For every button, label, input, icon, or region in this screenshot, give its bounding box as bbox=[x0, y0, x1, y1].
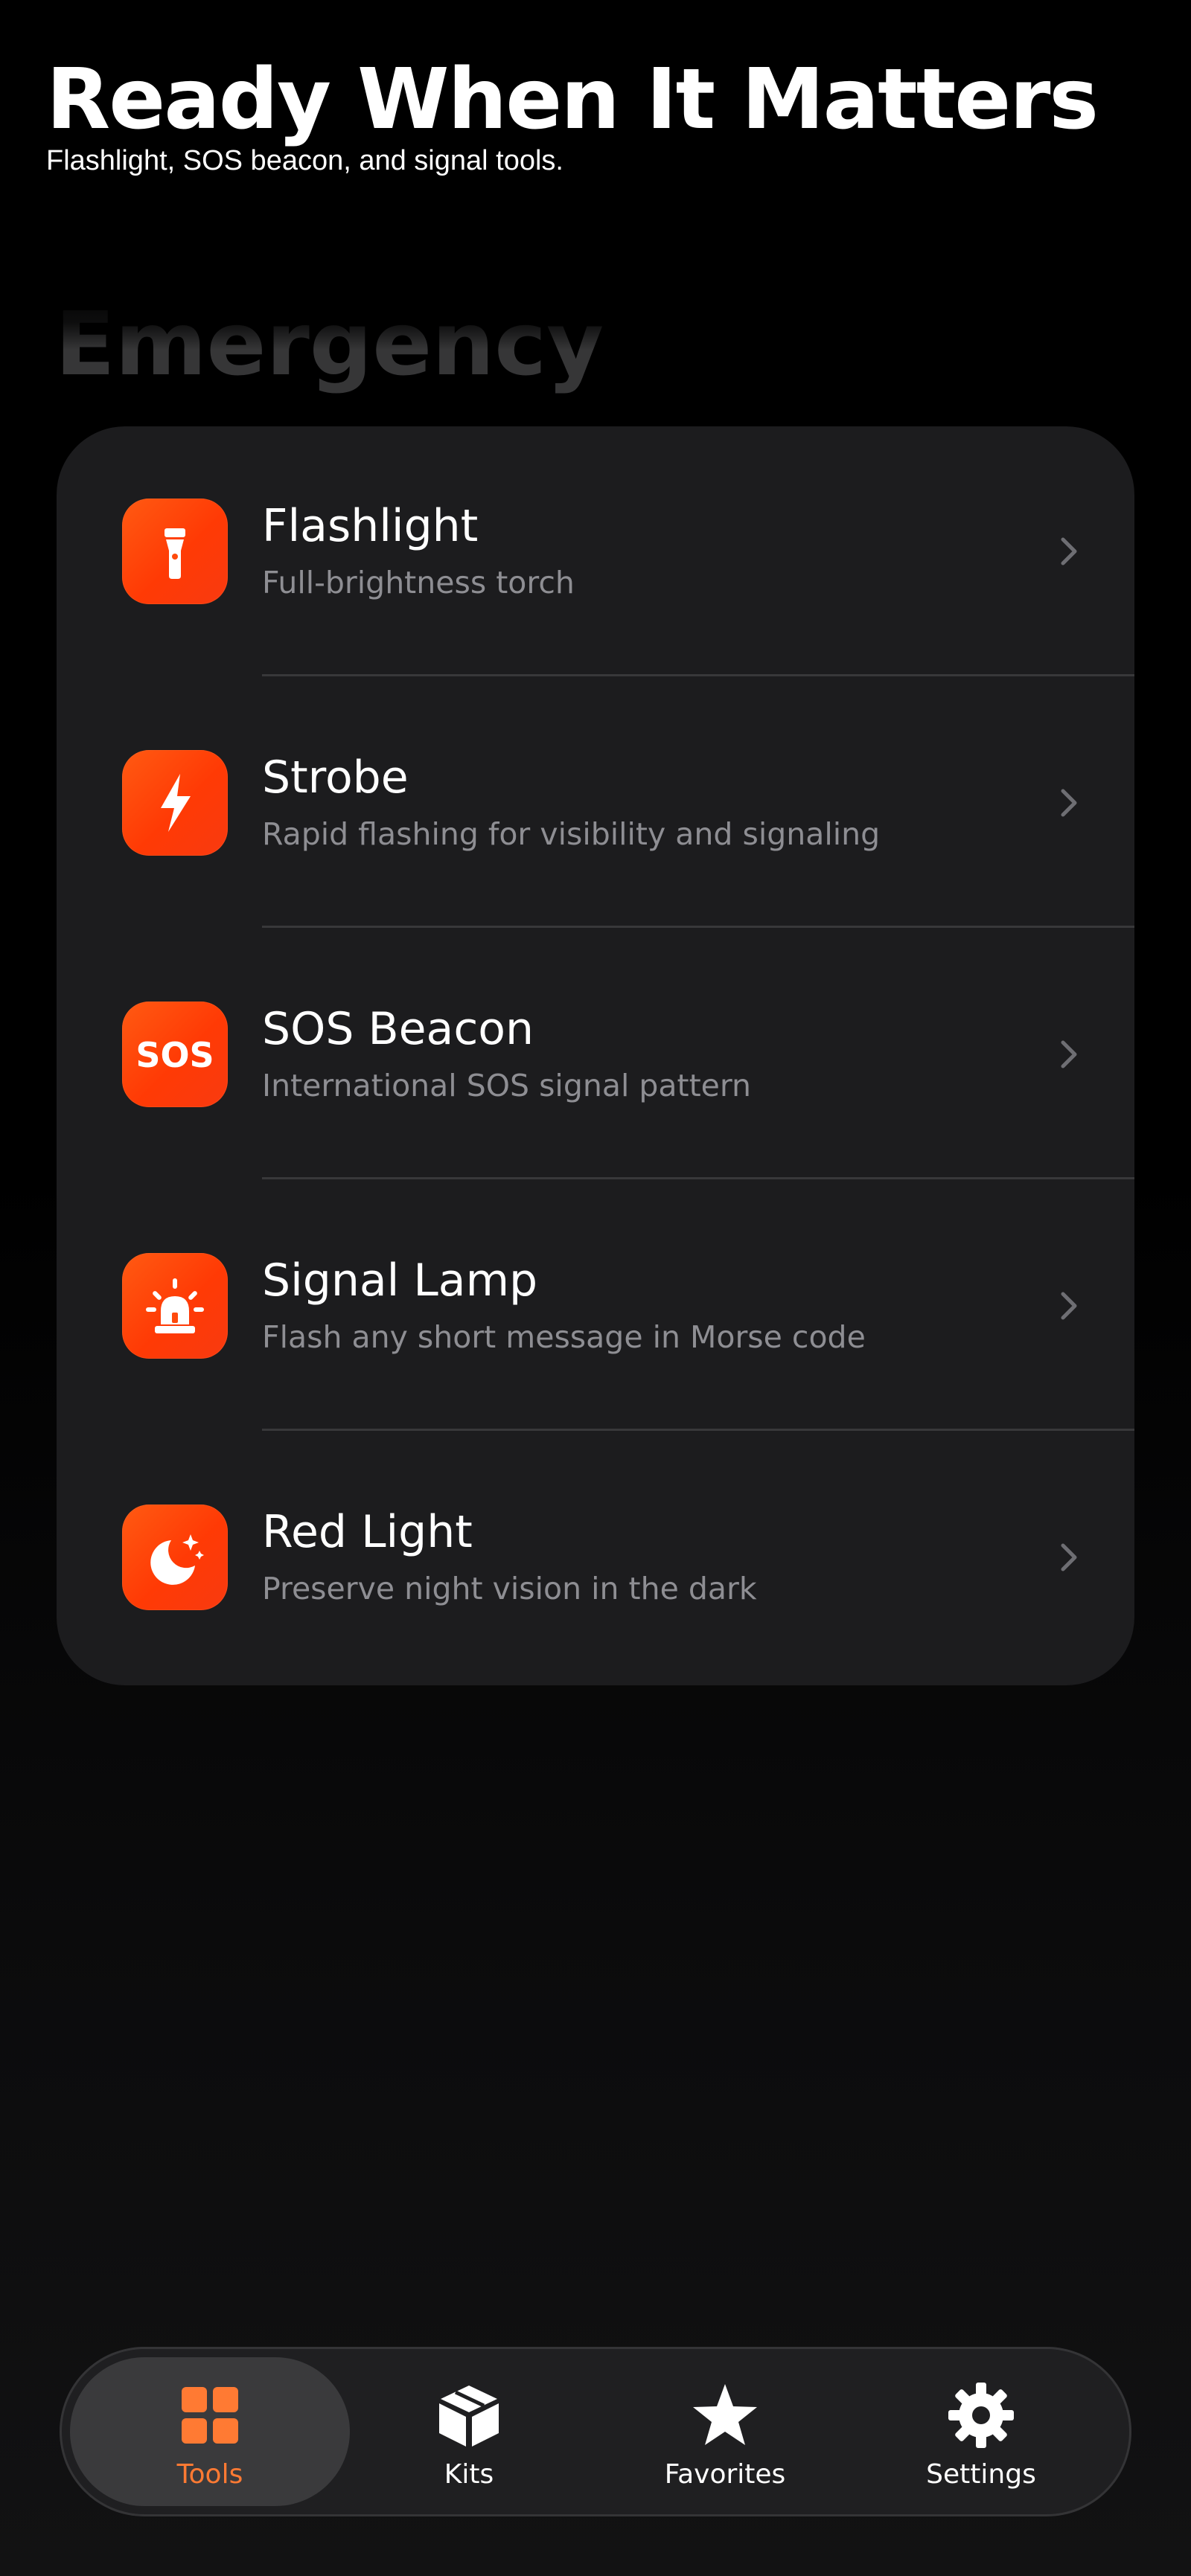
row-divider bbox=[262, 926, 1134, 928]
section-title: Emergency bbox=[55, 292, 604, 395]
tool-subtitle: Rapid flashing for visibility and signal… bbox=[262, 816, 881, 852]
tab-label: Favorites bbox=[664, 2459, 786, 2490]
gear-icon bbox=[948, 2383, 1014, 2448]
row-divider bbox=[262, 1177, 1134, 1179]
row-divider bbox=[262, 1429, 1134, 1431]
moon-stars-icon bbox=[122, 1505, 228, 1610]
chevron-right-icon bbox=[1061, 537, 1077, 565]
tool-subtitle: Flash any short message in Morse code bbox=[262, 1319, 866, 1355]
sos-icon-text: SOS bbox=[135, 1035, 214, 1075]
tab-bar: Tools Kits Favorites Settings bbox=[60, 2347, 1131, 2516]
chevron-right-icon bbox=[1061, 1040, 1077, 1068]
tool-title: Signal Lamp bbox=[262, 1255, 538, 1307]
tab-kits[interactable]: Kits bbox=[329, 2357, 609, 2506]
tools-list: Flashlight Full-brightness torch Strobe … bbox=[57, 426, 1134, 1685]
tab-label: Tools bbox=[176, 2459, 243, 2490]
tool-row-strobe[interactable]: Strobe Rapid flashing for visibility and… bbox=[57, 678, 1134, 929]
tool-title: SOS Beacon bbox=[262, 1003, 534, 1055]
tool-subtitle: Full-brightness torch bbox=[262, 565, 575, 600]
tool-subtitle: International SOS signal pattern bbox=[262, 1068, 752, 1103]
tab-favorites[interactable]: Favorites bbox=[585, 2357, 865, 2506]
box-icon bbox=[439, 2386, 499, 2447]
row-divider bbox=[262, 674, 1134, 676]
page-title: Ready When It Matters bbox=[46, 51, 1099, 148]
page-header: Ready When It Matters Flashlight, SOS be… bbox=[46, 52, 1148, 179]
chevron-right-icon bbox=[1061, 1543, 1077, 1571]
tool-subtitle: Preserve night vision in the dark bbox=[262, 1571, 757, 1606]
tab-label: Kits bbox=[444, 2459, 494, 2490]
tool-title: Red Light bbox=[262, 1506, 473, 1558]
flashlight-icon bbox=[122, 499, 228, 604]
tool-row-red-light[interactable]: Red Light Preserve night vision in the d… bbox=[57, 1432, 1134, 1684]
alarm-light-icon bbox=[122, 1253, 228, 1359]
star-icon bbox=[693, 2384, 757, 2445]
chevron-right-icon bbox=[1061, 1292, 1077, 1320]
tab-label: Settings bbox=[926, 2459, 1036, 2490]
page-subtitle: Flashlight, SOS beacon, and signal tools… bbox=[46, 145, 563, 176]
bolt-icon bbox=[122, 750, 228, 856]
tab-tools[interactable]: Tools bbox=[70, 2357, 350, 2506]
sos-icon: SOS bbox=[122, 1002, 228, 1107]
tool-row-sos-beacon[interactable]: SOS SOS Beacon International SOS signal … bbox=[57, 929, 1134, 1181]
tool-title: Strobe bbox=[262, 752, 409, 804]
tool-row-signal-lamp[interactable]: Signal Lamp Flash any short message in M… bbox=[57, 1181, 1134, 1432]
tool-title: Flashlight bbox=[262, 500, 479, 552]
tool-row-flashlight[interactable]: Flashlight Full-brightness torch bbox=[57, 426, 1134, 678]
grid-icon bbox=[182, 2387, 238, 2444]
tab-settings[interactable]: Settings bbox=[841, 2357, 1121, 2506]
chevron-right-icon bbox=[1061, 789, 1077, 817]
